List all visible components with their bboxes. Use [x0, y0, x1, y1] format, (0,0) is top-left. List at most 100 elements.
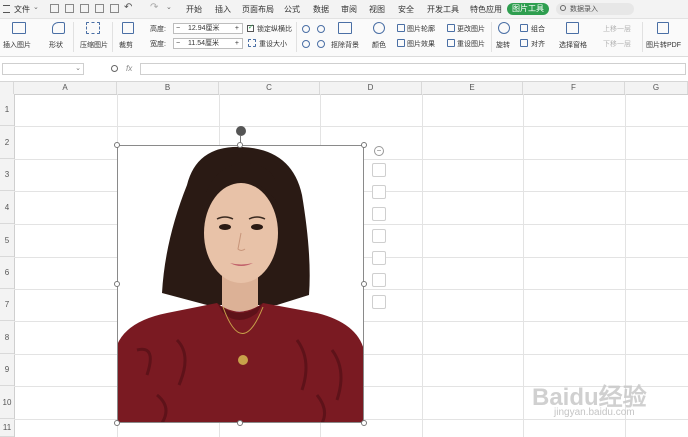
row-header[interactable]: 9 — [0, 354, 14, 386]
brightness-icon[interactable] — [302, 40, 310, 48]
open-folder-icon[interactable] — [65, 4, 74, 13]
search-box[interactable]: 数据录入 — [556, 3, 634, 15]
column-header[interactable]: D — [320, 82, 422, 94]
compress-picture-button[interactable]: 压缩图片 — [80, 40, 108, 50]
rotate-left-icon[interactable] — [302, 25, 310, 33]
row-header[interactable]: 2 — [0, 126, 14, 159]
color-icon[interactable] — [373, 22, 385, 34]
picture-effect-button[interactable]: 图片效果 — [407, 39, 435, 49]
plus-icon[interactable]: + — [235, 39, 239, 48]
rotate-right-icon[interactable] — [317, 25, 325, 33]
lock-ratio-label[interactable]: 锁定纵横比 — [257, 24, 292, 34]
row-header[interactable]: 11 — [0, 419, 14, 437]
print-preview-icon[interactable] — [110, 4, 119, 13]
height-value[interactable]: 12.94厘米 — [188, 24, 220, 33]
picture-outline-button[interactable]: 图片轮廓 — [407, 24, 435, 34]
reset-size-icon[interactable] — [248, 39, 256, 47]
row-header[interactable]: 3 — [0, 159, 14, 191]
new-file-icon[interactable] — [50, 4, 59, 13]
column-header[interactable]: F — [523, 82, 625, 94]
resize-handle-right[interactable] — [361, 281, 367, 287]
width-value[interactable]: 11.54厘米 — [188, 39, 219, 48]
tab-home[interactable]: 开始 — [186, 4, 202, 15]
chevron-down-icon[interactable]: ⌄ — [75, 64, 81, 72]
save-icon[interactable] — [80, 4, 89, 13]
selection-pane-icon[interactable] — [566, 22, 579, 34]
selection-pane-button[interactable]: 选择窗格 — [559, 40, 587, 50]
group-icon[interactable] — [520, 24, 528, 32]
row-header[interactable]: 4 — [0, 191, 14, 224]
shape-icon[interactable] — [52, 22, 65, 34]
crop-float-icon[interactable] — [372, 207, 386, 221]
bring-forward-button[interactable]: 上移一层 — [603, 24, 631, 34]
width-stepper[interactable]: − 11.54厘米 + — [173, 38, 243, 49]
picture-to-pdf-icon[interactable] — [657, 22, 669, 34]
tab-security[interactable]: 安全 — [398, 4, 414, 15]
column-header[interactable]: E — [422, 82, 523, 94]
column-header[interactable]: A — [14, 82, 117, 94]
picture-to-text-icon[interactable] — [372, 229, 386, 243]
send-backward-button[interactable]: 下移一层 — [603, 39, 631, 49]
picture-to-pdf-float-icon[interactable] — [372, 251, 386, 265]
remove-background-icon[interactable] — [338, 22, 352, 34]
more-options-icon[interactable] — [372, 295, 386, 309]
tab-insert[interactable]: 插入 — [215, 4, 231, 15]
undo-icon[interactable]: ↶ — [124, 2, 132, 13]
select-all-corner[interactable] — [0, 82, 14, 94]
reset-size-button[interactable]: 重设大小 — [259, 39, 287, 49]
tab-view[interactable]: 视图 — [369, 4, 385, 15]
row-header[interactable]: 6 — [0, 257, 14, 289]
redo-icon[interactable]: ↷ — [150, 2, 158, 13]
color-button[interactable]: 颜色 — [372, 40, 386, 50]
tab-picture-tools[interactable]: 图片工具 — [507, 3, 549, 15]
chevron-down-icon[interactable]: ⌄ — [33, 3, 39, 11]
zoom-icon[interactable] — [111, 65, 118, 72]
name-box[interactable]: ⌄ — [2, 63, 84, 75]
picture-outline-icon[interactable] — [397, 24, 405, 32]
tab-formula[interactable]: 公式 — [284, 4, 300, 15]
insert-picture-icon[interactable] — [12, 22, 26, 34]
rotate-button[interactable]: 旋转 — [496, 40, 510, 50]
selection-frame[interactable] — [117, 145, 364, 423]
crop-icon[interactable] — [122, 22, 134, 34]
collapse-toolbar-icon[interactable]: − — [374, 146, 384, 156]
picture-effect-icon[interactable] — [397, 39, 405, 47]
file-menu[interactable]: 文件 — [14, 4, 30, 15]
align-icon[interactable] — [520, 39, 528, 47]
column-header[interactable]: C — [219, 82, 320, 94]
resize-handle-left[interactable] — [114, 281, 120, 287]
tab-featured[interactable]: 特色应用 — [470, 4, 502, 15]
remove-background-button[interactable]: 抠除背景 — [331, 40, 359, 50]
remove-bg-float-icon[interactable] — [372, 185, 386, 199]
change-picture-icon[interactable] — [447, 24, 455, 32]
resize-handle-bottom-right[interactable] — [361, 420, 367, 426]
rotate-icon[interactable] — [498, 22, 510, 34]
contrast-icon[interactable] — [317, 40, 325, 48]
plus-icon[interactable]: + — [235, 24, 239, 33]
fx-label[interactable]: fx — [126, 64, 132, 73]
print-icon[interactable] — [95, 4, 104, 13]
formula-input[interactable] — [140, 63, 686, 75]
align-button[interactable]: 对齐 — [531, 39, 545, 49]
rotate-handle-icon[interactable] — [236, 126, 246, 136]
minus-icon[interactable]: − — [176, 24, 180, 33]
resize-handle-top[interactable] — [237, 142, 243, 148]
group-button[interactable]: 组合 — [531, 24, 545, 34]
tab-review[interactable]: 审阅 — [341, 4, 357, 15]
tab-developer[interactable]: 开发工具 — [427, 4, 459, 15]
tab-data[interactable]: 数据 — [313, 4, 329, 15]
compress-icon[interactable] — [86, 22, 100, 34]
row-header[interactable]: 10 — [0, 386, 14, 419]
row-header[interactable]: 8 — [0, 321, 14, 354]
resize-handle-bottom-left[interactable] — [114, 420, 120, 426]
shape-button[interactable]: 形状 — [49, 40, 63, 50]
crop-button[interactable]: 裁剪 — [119, 40, 133, 50]
lock-ratio-checkbox[interactable]: ✓ — [247, 24, 254, 32]
row-header[interactable]: 5 — [0, 224, 14, 257]
hamburger-icon[interactable] — [3, 5, 10, 13]
row-header[interactable]: 7 — [0, 289, 14, 321]
height-stepper[interactable]: − 12.94厘米 + — [173, 23, 243, 34]
zoom-picture-icon[interactable] — [372, 163, 386, 177]
picture-to-pdf-button[interactable]: 图片转PDF — [646, 40, 681, 50]
resize-handle-top-left[interactable] — [114, 142, 120, 148]
